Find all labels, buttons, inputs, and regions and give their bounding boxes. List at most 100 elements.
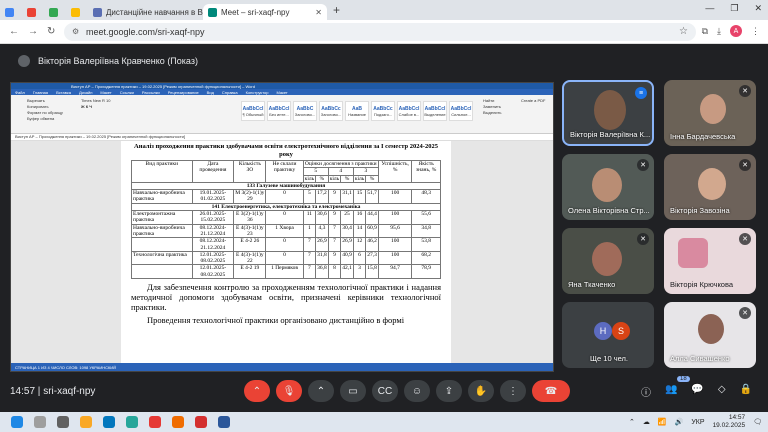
select-button[interactable]: Выделить xyxy=(483,110,501,116)
close-tab-icon[interactable]: ✕ xyxy=(315,8,322,17)
style-item[interactable]: AaBbCcI Слабое в... xyxy=(397,101,421,121)
participant-tile[interactable]: ≡ Вікторія Валеріївна К... xyxy=(562,80,654,146)
participant-tile[interactable]: ✕ Інна Бардачевська xyxy=(664,80,756,146)
word-icon[interactable] xyxy=(218,416,230,428)
shapes-activities-icon[interactable]: ◇ xyxy=(718,384,726,399)
ribbon-tab[interactable]: Файл xyxy=(15,90,25,95)
chrome-icon[interactable] xyxy=(149,416,161,428)
font-format-buttons[interactable]: Ж К Ч xyxy=(81,104,110,110)
ribbon-tab[interactable]: Вставка xyxy=(56,90,71,95)
style-item[interactable]: AaBbCcI Сильное... xyxy=(449,101,473,121)
tab-3[interactable] xyxy=(44,4,66,20)
more-participants-tile[interactable]: H S Ще 10 чел. xyxy=(562,302,654,368)
raise-hand-button[interactable]: ✋ xyxy=(468,380,494,402)
participant-tile[interactable]: ✕ Вікторія Завозіна xyxy=(664,154,756,220)
file-explorer-icon[interactable] xyxy=(80,416,92,428)
participant-tile[interactable]: ✕ Вікторія Крючкова xyxy=(664,228,756,294)
site-info-icon[interactable]: ⚙ xyxy=(72,27,79,36)
maximize-icon[interactable]: ❐ xyxy=(730,3,738,14)
bookmark-star-icon[interactable]: ☆ xyxy=(679,26,688,37)
table-cell: 7 xyxy=(302,250,317,266)
tab-2[interactable] xyxy=(22,4,44,20)
tab-meet[interactable]: Meet – sri-xaqf-npy ✕ xyxy=(203,4,327,20)
volume-icon[interactable]: 🔊 xyxy=(675,418,684,426)
chrome-profile-icon[interactable] xyxy=(195,416,207,428)
style-item[interactable]: AaBbC Заголово... xyxy=(293,101,317,121)
style-item[interactable]: AaB Название xyxy=(345,101,369,121)
ribbon-tab[interactable]: Вид xyxy=(207,90,214,95)
profile-avatar[interactable]: A xyxy=(730,25,742,37)
ribbon-tab[interactable]: Рецензирование xyxy=(168,90,199,95)
table-cell: 1 Пермяков xyxy=(265,264,304,280)
notifications-icon[interactable]: 🗨 xyxy=(753,418,762,426)
downloads-icon[interactable]: ⤓ xyxy=(717,26,721,37)
ribbon-tab[interactable]: Рассылки xyxy=(142,90,160,95)
table-cell: 7 xyxy=(327,237,342,252)
emoji-button[interactable]: ☺ xyxy=(404,380,430,402)
style-item[interactable]: AaBbCc Заголово... xyxy=(319,101,343,121)
reload-icon[interactable]: ↻ xyxy=(47,26,55,37)
url-field[interactable]: ⚙ meet.google.com/sri-xaqf-npy ☆ xyxy=(64,23,696,41)
leave-call-button[interactable]: ☎ xyxy=(532,380,570,402)
extensions-icon[interactable]: ⧉ xyxy=(702,26,708,37)
pdf-group: Create a PDF xyxy=(521,98,545,104)
meet-icon xyxy=(208,7,217,17)
more-options-icon[interactable]: ⋮ xyxy=(500,380,526,402)
start-icon[interactable] xyxy=(11,416,23,428)
word-ribbon: Вырезать Копировать Формат по образцу Бу… xyxy=(11,95,553,134)
chat-icon[interactable]: 💬 xyxy=(691,384,703,399)
table-cell: 5 xyxy=(302,189,317,204)
ribbon-tab[interactable]: Справка xyxy=(222,90,238,95)
close-window-icon[interactable]: ✕ xyxy=(754,3,762,14)
participant-tile[interactable]: ✕ Олена Вікторівна Стр... xyxy=(562,154,654,220)
wifi-icon[interactable]: 📶 xyxy=(658,418,667,426)
style-normal[interactable]: AaBbCcI ¶ Обычный xyxy=(241,101,265,121)
back-icon[interactable]: ← xyxy=(9,26,19,37)
present-button[interactable]: ⇪ xyxy=(436,380,462,402)
table-cell: 40,9 xyxy=(340,250,354,266)
document-page[interactable]: Аналіз проходження практики здобувачами … xyxy=(121,141,451,365)
lock-icon[interactable]: 🔒 xyxy=(740,384,752,399)
ribbon-tab[interactable]: Дизайн xyxy=(79,90,92,95)
style-item[interactable]: AaBbCc Подзаго... xyxy=(371,101,395,121)
edge-icon[interactable] xyxy=(103,416,115,428)
forward-icon[interactable]: → xyxy=(28,26,38,37)
tab-4[interactable] xyxy=(66,4,88,20)
participant-avatar: H xyxy=(594,322,612,340)
tab-distance-learning[interactable]: Дистанційне навчання в ВСП✕ xyxy=(88,4,203,20)
camera-toggle-button[interactable]: ▭ xyxy=(340,380,366,402)
language-indicator[interactable]: УКР xyxy=(691,419,704,426)
menu-kebab-icon[interactable]: ⋮ xyxy=(751,26,760,37)
store-icon[interactable] xyxy=(126,416,138,428)
minimize-icon[interactable]: — xyxy=(705,3,714,14)
info-icon[interactable]: ⓘ xyxy=(641,384,651,399)
app-icon[interactable] xyxy=(172,416,184,428)
create-pdf-button[interactable]: Create a PDF xyxy=(521,98,545,104)
style-item[interactable]: AaBbCcI Выделение xyxy=(423,101,447,121)
network-icon[interactable]: ☁ xyxy=(643,418,650,426)
captions-button[interactable]: CC xyxy=(372,380,398,402)
table-cell: Електромонтажна практика xyxy=(131,210,193,225)
new-tab-icon[interactable]: + xyxy=(333,3,340,17)
ribbon-tab[interactable]: Конструктор xyxy=(246,90,269,95)
style-item[interactable]: AaBbCcI Без инте... xyxy=(267,101,291,121)
mic-options-chevron-icon[interactable]: ⌃ xyxy=(244,380,270,402)
mic-toggle-button[interactable]: 🎙 xyxy=(276,380,302,402)
tray-chevron-icon[interactable]: ⌃ xyxy=(629,418,635,426)
participant-tile[interactable]: ✕ Яна Ткаченко xyxy=(562,228,654,294)
ribbon-tab[interactable]: Макет xyxy=(276,90,287,95)
tab-favicon-icon xyxy=(5,7,14,17)
people-icon[interactable]: 👥 xyxy=(665,384,677,399)
camera-options-chevron-icon[interactable]: ⌃ xyxy=(308,380,334,402)
tab-1[interactable] xyxy=(0,4,22,20)
table-section-row: 133 Галузеве машинобудування xyxy=(131,181,441,191)
ribbon-tab[interactable]: Главная xyxy=(33,90,48,95)
doc-paragraph: Для забезпечення контролю за проходження… xyxy=(131,282,441,313)
table-header: Не склали практику xyxy=(265,160,304,183)
participant-tile[interactable]: ✕ Алла Сивашенко xyxy=(664,302,756,368)
ribbon-tab[interactable]: Макет xyxy=(100,90,111,95)
task-view-icon[interactable] xyxy=(57,416,69,428)
search-icon[interactable] xyxy=(34,416,46,428)
ribbon-tab[interactable]: Ссылки xyxy=(120,90,134,95)
system-clock[interactable]: 14:57 19.02.2025 xyxy=(713,414,746,430)
